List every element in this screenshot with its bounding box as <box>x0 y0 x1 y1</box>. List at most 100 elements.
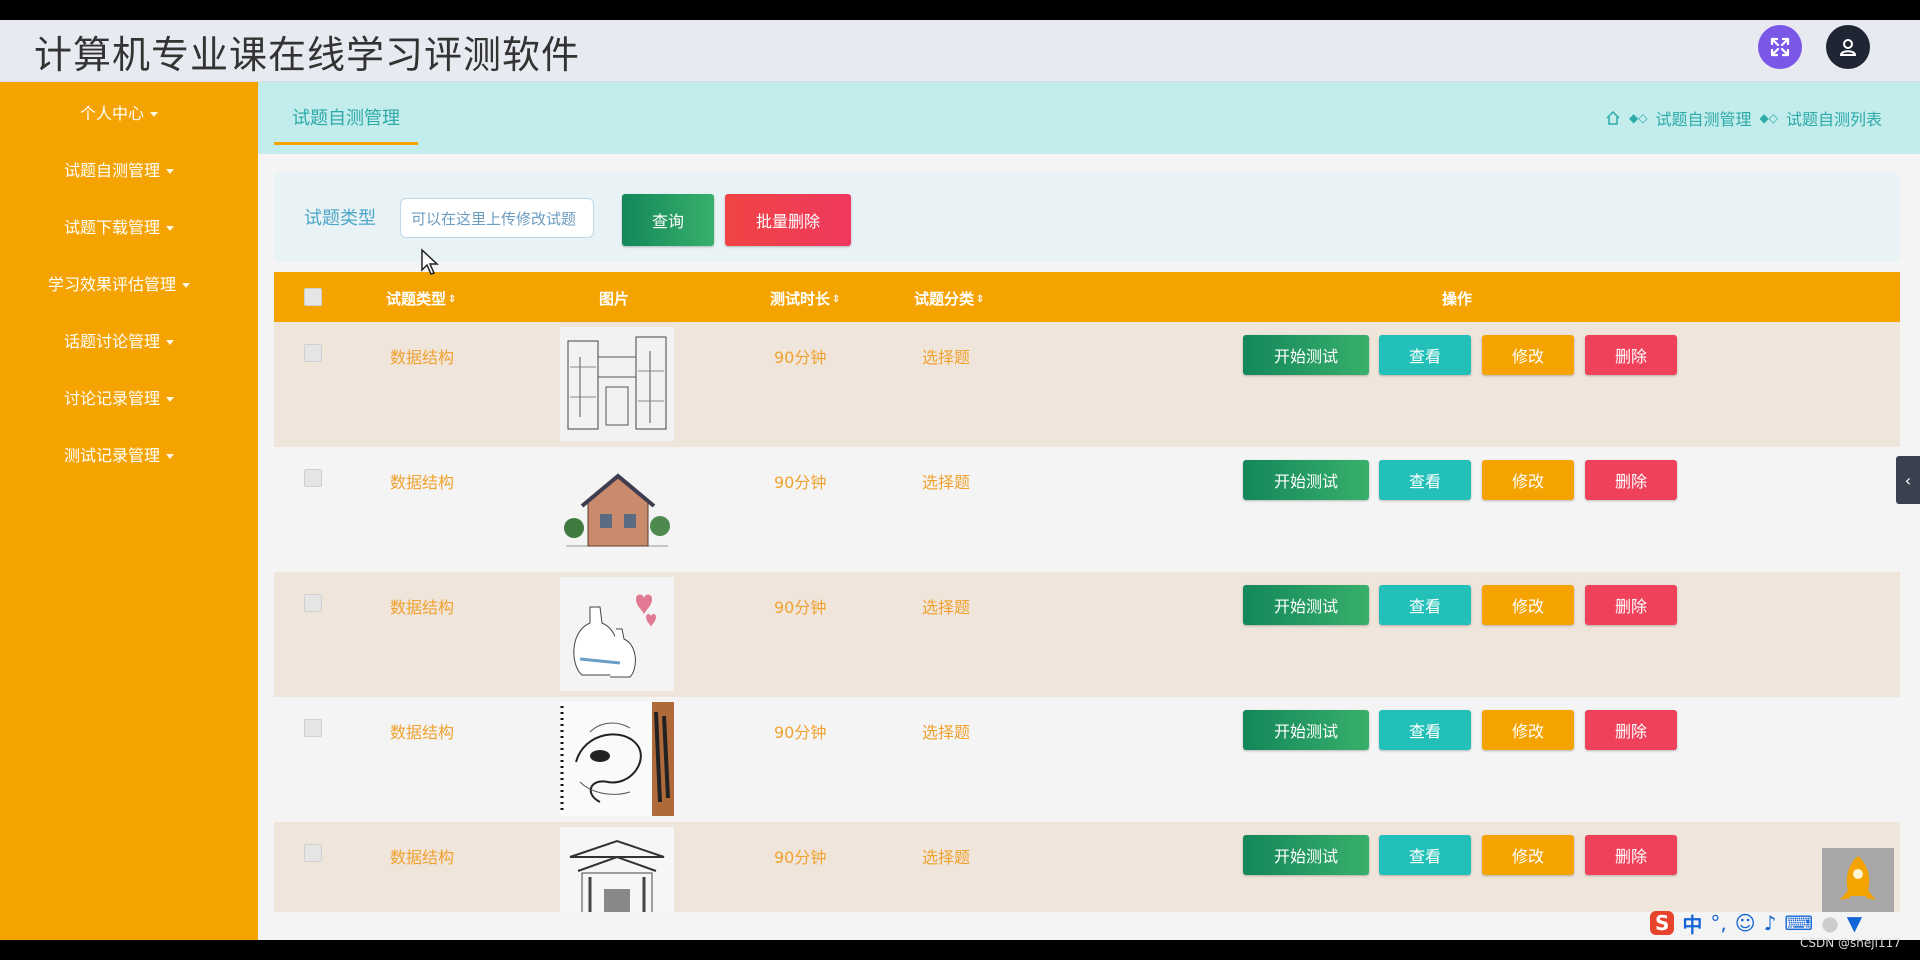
app-title: 计算机专业课在线学习评测软件 <box>34 33 581 77</box>
row-checkbox[interactable] <box>304 719 322 737</box>
edit-button[interactable]: 修改 <box>1482 460 1574 500</box>
row-checkbox[interactable] <box>304 469 322 487</box>
keyboard-icon[interactable]: ⌨ <box>1784 911 1813 935</box>
skin-icon[interactable]: ▼ <box>1847 911 1862 935</box>
question-type-input[interactable] <box>400 198 594 238</box>
user-avatar-icon[interactable]: ● <box>1821 911 1838 935</box>
user-menu-button[interactable] <box>1826 25 1870 69</box>
caret-down-icon <box>150 112 158 117</box>
start-test-button[interactable]: 开始测试 <box>1243 710 1369 750</box>
batch-delete-button[interactable]: 批量删除 <box>725 194 851 246</box>
cell-question-type: 数据结构 <box>390 473 455 492</box>
ime-mode-toggle[interactable]: 中 <box>1682 909 1702 938</box>
caret-down-icon <box>182 283 190 288</box>
sort-icon: ⇕ <box>832 294 841 305</box>
start-test-button[interactable]: 开始测试 <box>1243 460 1369 500</box>
cell-duration: 90分钟 <box>774 473 827 492</box>
view-button[interactable]: 查看 <box>1379 835 1471 875</box>
dragon-sketch-image <box>560 702 674 816</box>
view-button[interactable]: 查看 <box>1379 585 1471 625</box>
breadcrumb-item: 试题自测列表 <box>1785 110 1882 129</box>
street-sketch-image <box>560 327 674 441</box>
emoji-icon[interactable]: ☺ <box>1735 911 1756 935</box>
sidebar-item-download[interactable]: 试题下载管理 <box>0 214 238 238</box>
header-label: 试题分类 <box>914 290 975 308</box>
question-image[interactable] <box>560 327 674 441</box>
sidebar-item-self-test[interactable]: 试题自测管理 <box>0 157 238 181</box>
edit-button[interactable]: 修改 <box>1482 710 1574 750</box>
table-row: 数据结构 90分钟 选择题 开始测试 查看 修改 删除 <box>274 697 1900 822</box>
sidebar-item-test-records[interactable]: 测试记录管理 <box>0 442 238 466</box>
cell-category: 选择题 <box>922 473 971 492</box>
sidebar-item-evaluation[interactable]: 学习效果评估管理 <box>0 271 238 295</box>
cell-category: 选择题 <box>922 598 971 617</box>
microphone-icon[interactable]: ♪ <box>1764 911 1777 935</box>
query-button[interactable]: 查询 <box>622 194 714 246</box>
view-button[interactable]: 查看 <box>1379 460 1471 500</box>
sort-icon: ⇕ <box>976 294 985 305</box>
breadcrumb-item[interactable]: 试题自测管理 <box>1656 106 1752 130</box>
row-checkbox[interactable] <box>304 844 322 862</box>
sidebar-item-label: 试题自测管理 <box>63 161 160 180</box>
delete-button[interactable]: 删除 <box>1585 335 1677 375</box>
table-row: 数据结构 90分钟 选择题 开始测试 查看 修改 删除 <box>274 822 1900 912</box>
watermark: CSDN @shejl117 <box>1800 936 1901 950</box>
start-test-button[interactable]: 开始测试 <box>1243 585 1369 625</box>
chevron-left-icon: ‹ <box>1904 470 1912 490</box>
view-button[interactable]: 查看 <box>1379 335 1471 375</box>
start-test-button[interactable]: 开始测试 <box>1243 835 1369 875</box>
gate-sketch-image <box>560 827 674 912</box>
row-checkbox[interactable] <box>304 344 322 362</box>
screen-top-border <box>0 0 1920 20</box>
header-duration[interactable]: 测试时长 ⇕ <box>770 288 840 309</box>
search-label: 试题类型 <box>304 208 376 229</box>
cell-category: 选择题 <box>922 723 971 742</box>
sidebar-item-discussion-records[interactable]: 讨论记录管理 <box>0 385 238 409</box>
expand-icon <box>1770 37 1790 57</box>
home-icon[interactable] <box>1605 110 1621 126</box>
sidebar-item-topics[interactable]: 话题讨论管理 <box>0 328 238 352</box>
house-sketch-image <box>564 473 670 547</box>
header-question-type[interactable]: 试题类型 ⇕ <box>386 288 456 309</box>
start-test-button[interactable]: 开始测试 <box>1243 335 1369 375</box>
delete-button[interactable]: 删除 <box>1585 835 1677 875</box>
header-label: 试题类型 <box>386 290 447 308</box>
header-category[interactable]: 试题分类 ⇕ <box>914 288 984 309</box>
taskbar <box>0 940 1920 960</box>
edit-button[interactable]: 修改 <box>1482 585 1574 625</box>
caret-down-icon <box>166 226 174 231</box>
delete-button[interactable]: 删除 <box>1585 585 1677 625</box>
header-label: 测试时长 <box>770 290 831 308</box>
delete-button[interactable]: 删除 <box>1585 460 1677 500</box>
sidebar-item-label: 讨论记录管理 <box>63 389 160 408</box>
question-image[interactable] <box>560 827 674 912</box>
row-checkbox[interactable] <box>304 594 322 612</box>
cell-question-type: 数据结构 <box>390 723 455 742</box>
tab-self-test-management[interactable]: 试题自测管理 <box>274 104 418 145</box>
breadcrumb-separator-icon: ◆◇ <box>1759 111 1778 125</box>
back-to-top-button[interactable] <box>1822 848 1894 912</box>
rocket-icon <box>1840 856 1876 900</box>
header-image: 图片 <box>599 290 630 308</box>
sidebar-item-personal-center[interactable]: 个人中心 <box>0 100 238 124</box>
mouse-cursor-icon <box>421 248 439 275</box>
punctuation-icon[interactable]: °, <box>1710 911 1726 935</box>
breadcrumb: ◆◇ 试题自测管理 ◆◇ 试题自测列表 <box>1605 106 1882 130</box>
question-image[interactable] <box>560 452 674 566</box>
delete-button[interactable]: 删除 <box>1585 710 1677 750</box>
question-image[interactable] <box>560 577 674 691</box>
question-image[interactable] <box>560 702 674 816</box>
caret-down-icon <box>166 169 174 174</box>
caret-down-icon <box>166 454 174 459</box>
collapse-panel-handle[interactable]: ‹ <box>1896 456 1920 504</box>
select-all-checkbox[interactable] <box>304 288 322 306</box>
sogou-logo-icon[interactable]: S <box>1650 911 1675 935</box>
fullscreen-button[interactable] <box>1758 25 1802 69</box>
caret-down-icon <box>166 397 174 402</box>
edit-button[interactable]: 修改 <box>1482 835 1574 875</box>
sidebar-nav: 个人中心 试题自测管理 试题下载管理 学习效果评估管理 话题讨论管理 讨论记录管… <box>0 82 258 940</box>
sub-header: 试题自测管理 ◆◇ 试题自测管理 ◆◇ 试题自测列表 <box>258 82 1920 154</box>
cell-duration: 90分钟 <box>774 848 827 867</box>
edit-button[interactable]: 修改 <box>1482 335 1574 375</box>
view-button[interactable]: 查看 <box>1379 710 1471 750</box>
